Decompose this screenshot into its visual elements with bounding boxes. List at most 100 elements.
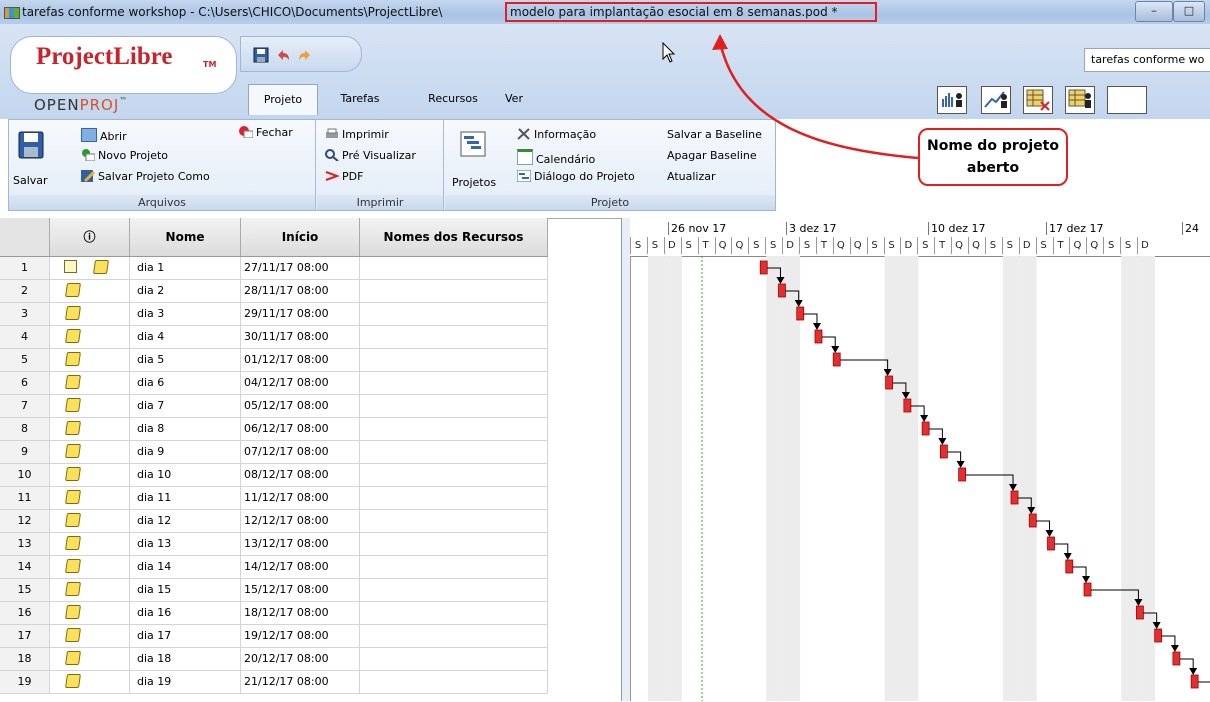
header-inicio[interactable]: Início (241, 218, 360, 256)
table-row[interactable]: 16 dia 16 18/12/17 08:00 (0, 602, 548, 625)
task-resources-cell[interactable] (360, 487, 548, 509)
task-name-cell[interactable]: dia 11 (130, 487, 241, 509)
row-number[interactable]: 2 (0, 280, 50, 302)
minimize-button[interactable]: – (1135, 1, 1173, 22)
task-name-cell[interactable]: dia 6 (130, 372, 241, 394)
salvar-button[interactable]: Salvar (13, 174, 48, 188)
task-start-cell[interactable]: 18/12/17 08:00 (241, 602, 360, 624)
task-start-cell[interactable]: 04/12/17 08:00 (241, 372, 360, 394)
task-resources-cell[interactable] (360, 418, 548, 440)
task-usage-view-icon[interactable] (1023, 86, 1053, 114)
table-row[interactable]: 9 dia 9 07/12/17 08:00 (0, 441, 548, 464)
task-start-cell[interactable]: 13/12/17 08:00 (241, 533, 360, 555)
task-start-cell[interactable]: 28/11/17 08:00 (241, 280, 360, 302)
view-placeholder-button[interactable] (1107, 86, 1147, 114)
task-resources-cell[interactable] (360, 579, 548, 601)
table-row[interactable]: 5 dia 5 01/12/17 08:00 (0, 349, 548, 372)
task-resources-cell[interactable] (360, 441, 548, 463)
table-row[interactable]: 19 dia 19 21/12/17 08:00 (0, 671, 548, 694)
row-number[interactable]: 8 (0, 418, 50, 440)
tab-tarefas[interactable]: Tarefas (330, 84, 390, 114)
task-name-cell[interactable]: dia 3 (130, 303, 241, 325)
task-start-cell[interactable]: 07/12/17 08:00 (241, 441, 360, 463)
task-start-cell[interactable]: 19/12/17 08:00 (241, 625, 360, 647)
table-row[interactable]: 4 dia 4 30/11/17 08:00 (0, 326, 548, 349)
header-row-number[interactable] (0, 218, 50, 256)
task-resources-cell[interactable] (360, 648, 548, 670)
task-start-cell[interactable]: 06/12/17 08:00 (241, 418, 360, 440)
task-name-cell[interactable]: dia 15 (130, 579, 241, 601)
header-nome[interactable]: Nome (130, 218, 241, 256)
fechar-button[interactable]: Fechar (239, 126, 293, 140)
task-start-cell[interactable]: 05/12/17 08:00 (241, 395, 360, 417)
salvar-como-button[interactable]: Salvar Projeto Como (81, 170, 210, 184)
task-resources-cell[interactable] (360, 303, 548, 325)
row-number[interactable]: 9 (0, 441, 50, 463)
table-row[interactable]: 17 dia 17 19/12/17 08:00 (0, 625, 548, 648)
task-start-cell[interactable]: 08/12/17 08:00 (241, 464, 360, 486)
table-row[interactable]: 3 dia 3 29/11/17 08:00 (0, 303, 548, 326)
task-name-cell[interactable]: dia 5 (130, 349, 241, 371)
task-resources-cell[interactable] (360, 464, 548, 486)
save-large-icon[interactable] (17, 130, 47, 170)
projetos-icon[interactable] (459, 130, 487, 160)
task-start-cell[interactable]: 15/12/17 08:00 (241, 579, 360, 601)
row-number[interactable]: 4 (0, 326, 50, 348)
task-name-cell[interactable]: dia 18 (130, 648, 241, 670)
row-number[interactable]: 11 (0, 487, 50, 509)
task-resources-cell[interactable] (360, 556, 548, 578)
row-number[interactable]: 13 (0, 533, 50, 555)
row-number[interactable]: 3 (0, 303, 50, 325)
row-number[interactable]: 5 (0, 349, 50, 371)
task-resources-cell[interactable] (360, 280, 548, 302)
row-number[interactable]: 16 (0, 602, 50, 624)
row-number[interactable]: 17 (0, 625, 50, 647)
task-start-cell[interactable]: 30/11/17 08:00 (241, 326, 360, 348)
task-start-cell[interactable]: 01/12/17 08:00 (241, 349, 360, 371)
row-number[interactable]: 10 (0, 464, 50, 486)
imprimir-button[interactable]: Imprimir (325, 128, 389, 142)
task-resources-cell[interactable] (360, 533, 548, 555)
task-start-cell[interactable]: 12/12/17 08:00 (241, 510, 360, 532)
task-resources-cell[interactable] (360, 349, 548, 371)
row-number[interactable]: 15 (0, 579, 50, 601)
redo-icon[interactable] (297, 47, 313, 63)
task-start-cell[interactable]: 21/12/17 08:00 (241, 671, 360, 693)
task-name-cell[interactable]: dia 8 (130, 418, 241, 440)
task-name-cell[interactable]: dia 12 (130, 510, 241, 532)
task-resources-cell[interactable] (360, 602, 548, 624)
table-row[interactable]: 14 dia 14 14/12/17 08:00 (0, 556, 548, 579)
task-start-cell[interactable]: 29/11/17 08:00 (241, 303, 360, 325)
table-row[interactable]: 6 dia 6 04/12/17 08:00 (0, 372, 548, 395)
table-row[interactable]: 12 dia 12 12/12/17 08:00 (0, 510, 548, 533)
task-resources-cell[interactable] (360, 372, 548, 394)
task-name-cell[interactable]: dia 2 (130, 280, 241, 302)
tab-ver[interactable]: Ver (500, 84, 528, 114)
task-start-cell[interactable]: 20/12/17 08:00 (241, 648, 360, 670)
task-start-cell[interactable]: 11/12/17 08:00 (241, 487, 360, 509)
row-number[interactable]: 19 (0, 671, 50, 693)
abrir-button[interactable]: Abrir (81, 128, 127, 144)
task-name-cell[interactable]: dia 17 (130, 625, 241, 647)
task-name-cell[interactable]: dia 9 (130, 441, 241, 463)
table-row[interactable]: 13 dia 13 13/12/17 08:00 (0, 533, 548, 556)
histogram-view-icon[interactable] (937, 86, 967, 114)
informacao-button[interactable]: Informação (517, 128, 596, 142)
project-selector[interactable]: tarefas conforme wo (1084, 48, 1210, 72)
task-resources-cell[interactable] (360, 326, 548, 348)
task-name-cell[interactable]: dia 7 (130, 395, 241, 417)
maximize-button[interactable]: □ (1173, 1, 1205, 22)
charts-view-icon[interactable] (981, 86, 1011, 114)
row-number[interactable]: 7 (0, 395, 50, 417)
task-name-cell[interactable]: dia 19 (130, 671, 241, 693)
pre-visualizar-button[interactable]: Pré Visualizar (325, 149, 416, 163)
apagar-baseline-button[interactable]: Apagar Baseline (667, 149, 757, 163)
row-number[interactable]: 1 (0, 257, 50, 279)
dialogo-button[interactable]: Diálogo do Projeto (516, 169, 635, 184)
task-name-cell[interactable]: dia 1 (130, 257, 241, 279)
task-resources-cell[interactable] (360, 671, 548, 693)
task-resources-cell[interactable] (360, 395, 548, 417)
table-row[interactable]: 1 dia 1 27/11/17 08:00 (0, 257, 548, 280)
table-row[interactable]: 11 dia 11 11/12/17 08:00 (0, 487, 548, 510)
table-row[interactable]: 18 dia 18 20/12/17 08:00 (0, 648, 548, 671)
